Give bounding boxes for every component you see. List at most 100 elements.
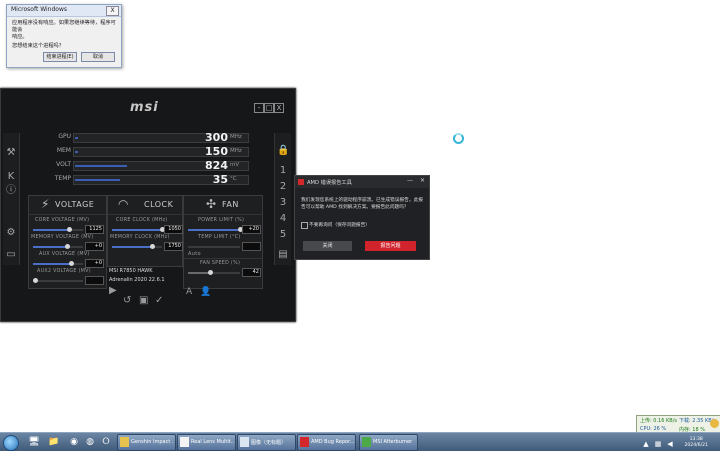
dialog-titlebar: Microsoft Windows X <box>7 5 121 17</box>
task-genshin[interactable]: Genshin Impact ... <box>117 434 176 451</box>
afterburner-window: msi - □ X ⚒ K ⓘ ⚙ ▭ 🔒 1 2 3 4 5 ▤ GPU 30… <box>0 88 296 322</box>
temp-label: TEMP <box>54 175 71 182</box>
gpu-clock-row: GPU 300 MHz <box>51 131 271 144</box>
save-profile-icon[interactable]: ▤ <box>277 249 289 261</box>
lock-icon[interactable]: 🔒 <box>277 145 289 157</box>
aux-voltage-slider[interactable] <box>33 261 83 266</box>
start-button[interactable] <box>3 435 19 451</box>
amd-close-button[interactable]: ✕ <box>420 177 425 184</box>
apply-icon[interactable]: ✓ <box>155 295 163 306</box>
amd-minimize-button[interactable]: — <box>407 177 413 184</box>
fan-icon: ✣ <box>206 197 217 211</box>
profile-3-button[interactable]: 3 <box>277 197 289 209</box>
dialog-title: Microsoft Windows <box>11 6 67 13</box>
fan-auto-label[interactable]: Auto <box>188 251 201 257</box>
minimize-button[interactable]: - <box>254 103 264 113</box>
profile-1-button[interactable]: 1 <box>277 165 289 177</box>
gpu-name: MSI R7850 HAWK <box>109 268 153 274</box>
memory-voltage-slider[interactable] <box>33 244 83 249</box>
memory-clock-label: MEMORY CLOCK (MHz) <box>110 235 170 240</box>
cancel-button[interactable]: 取消 <box>81 52 115 62</box>
close-button[interactable]: X <box>274 103 284 113</box>
temp-unit: °C <box>230 176 237 182</box>
clock-title: CLOCK <box>144 200 174 209</box>
monitor-ball-icon <box>710 419 719 428</box>
mem-value: 150 <box>205 145 228 158</box>
browser-icon[interactable]: ◉ <box>68 436 80 448</box>
task-reallens[interactable]: Real Lens Multit... <box>177 434 236 451</box>
slider-knob[interactable] <box>33 278 38 283</box>
settings-icon[interactable]: ⚙ <box>5 227 17 239</box>
fan-speed-slider[interactable] <box>188 270 240 275</box>
temp-row: TEMP 35 °C <box>51 173 271 186</box>
play-icon[interactable]: ▶ <box>109 285 117 296</box>
report-problem-button[interactable]: 报告问题 <box>365 241 416 251</box>
profile-5-button[interactable]: 5 <box>277 229 289 241</box>
monitor-icon[interactable]: ▭ <box>5 249 17 261</box>
core-voltage-value[interactable]: 1125 <box>85 225 104 234</box>
temp-limit-value[interactable] <box>242 242 261 251</box>
memory-clock-value[interactable]: 1750 <box>164 242 183 251</box>
aux-voltage-value[interactable]: +0 <box>85 259 104 268</box>
end-process-button[interactable]: 结束进程(E) <box>43 52 77 62</box>
profile-4-button[interactable]: 4 <box>277 213 289 225</box>
tray-volume-icon[interactable]: ◀ <box>664 438 676 450</box>
core-clock-slider[interactable] <box>112 227 165 232</box>
taskbar: 🖥 📁 ◉ ◍ ⭘ Genshin Impact ... Real Lens M… <box>0 432 720 451</box>
kombustor-icon[interactable]: ⚒ <box>5 147 17 159</box>
folder-icon[interactable]: 📁 <box>48 436 60 448</box>
core-clock-label: CORE CLOCK (MHz) <box>116 218 168 223</box>
task-msi-afterburner[interactable]: MSI Afterburner <box>359 434 418 451</box>
power-limit-label: POWER LIMIT (%) <box>198 218 245 223</box>
fan-speed-label: FAN SPEED (%) <box>200 261 241 266</box>
mem-unit: MHz <box>230 148 242 154</box>
driver-version: Adrenalin 2020 22.6.1 <box>109 277 165 283</box>
temp-limit-label: TEMP LIMIT (°C) <box>198 235 241 240</box>
tray-show-hidden-icon[interactable]: ▲ <box>640 438 652 450</box>
opera-icon[interactable]: ⭘ <box>100 436 112 448</box>
temp-limit-slider[interactable] <box>188 246 240 248</box>
slider-knob[interactable] <box>150 244 155 249</box>
maximize-button[interactable]: □ <box>264 103 274 113</box>
tray-network-icon[interactable]: ▦ <box>652 438 664 450</box>
profile-2-button[interactable]: 2 <box>277 181 289 193</box>
volt-fill <box>75 165 127 167</box>
core-voltage-slider[interactable] <box>33 227 83 232</box>
task-label: 图像（无标题） <box>251 440 287 446</box>
dialog-close-button[interactable]: X <box>106 6 119 16</box>
dont-ask-checkbox[interactable] <box>301 222 308 229</box>
aux2-voltage-slider[interactable] <box>33 278 83 283</box>
task-amd-bug-report[interactable]: AMD Bug Repor... <box>297 434 356 451</box>
not-responding-dialog: Microsoft Windows X 应用程序没有响应。如果您继续等待，程序可… <box>6 4 122 68</box>
power-limit-value[interactable]: +20 <box>242 225 261 234</box>
slider-knob[interactable] <box>69 261 74 266</box>
app-icon[interactable]: ◍ <box>84 436 96 448</box>
gpu-fill <box>75 137 79 139</box>
task-paint[interactable]: 图像（无标题） <box>237 434 296 451</box>
memory-clock-slider[interactable] <box>112 244 162 249</box>
scanner-icon[interactable]: K <box>5 171 17 183</box>
computer-icon[interactable]: 🖥 <box>28 436 40 448</box>
upload-speed: 上传: 0.16 KB/s <box>640 418 677 424</box>
info-icon[interactable]: ⓘ <box>5 185 17 197</box>
power-limit-slider[interactable] <box>188 227 243 232</box>
fan-title: FAN <box>222 200 239 209</box>
reset-icon[interactable]: ↺ <box>123 295 131 306</box>
clock[interactable]: 13:38 2024/6/21 <box>684 437 708 449</box>
fan-user-icon[interactable]: 👤 <box>200 287 211 297</box>
fan-speed-value[interactable]: 42 <box>242 268 261 277</box>
clock-panel: ◠ CLOCK CORE CLOCK (MHz) 1050 MEMORY CLO… <box>107 195 183 267</box>
aux2-voltage-value[interactable] <box>85 276 104 285</box>
core-clock-value[interactable]: 1050 <box>164 225 183 234</box>
slider-knob[interactable] <box>67 227 72 232</box>
left-sidebar: ⚒ K ⓘ ⚙ ▭ <box>3 133 20 265</box>
gpu-info: MSI R7850 HAWK Adrenalin 2020 22.6.1 <box>109 267 165 285</box>
slider-knob[interactable] <box>65 244 70 249</box>
save-icon[interactable]: ▣ <box>139 295 148 306</box>
clock-date: 2024/6/21 <box>684 443 708 448</box>
fan-auto-icon[interactable]: A <box>186 287 192 297</box>
memory-voltage-value[interactable]: +0 <box>85 242 104 251</box>
slider-knob[interactable] <box>208 270 213 275</box>
task-label: Real Lens Multit... <box>191 439 234 445</box>
amd-close-dialog-button[interactable]: 关闭 <box>303 241 352 251</box>
